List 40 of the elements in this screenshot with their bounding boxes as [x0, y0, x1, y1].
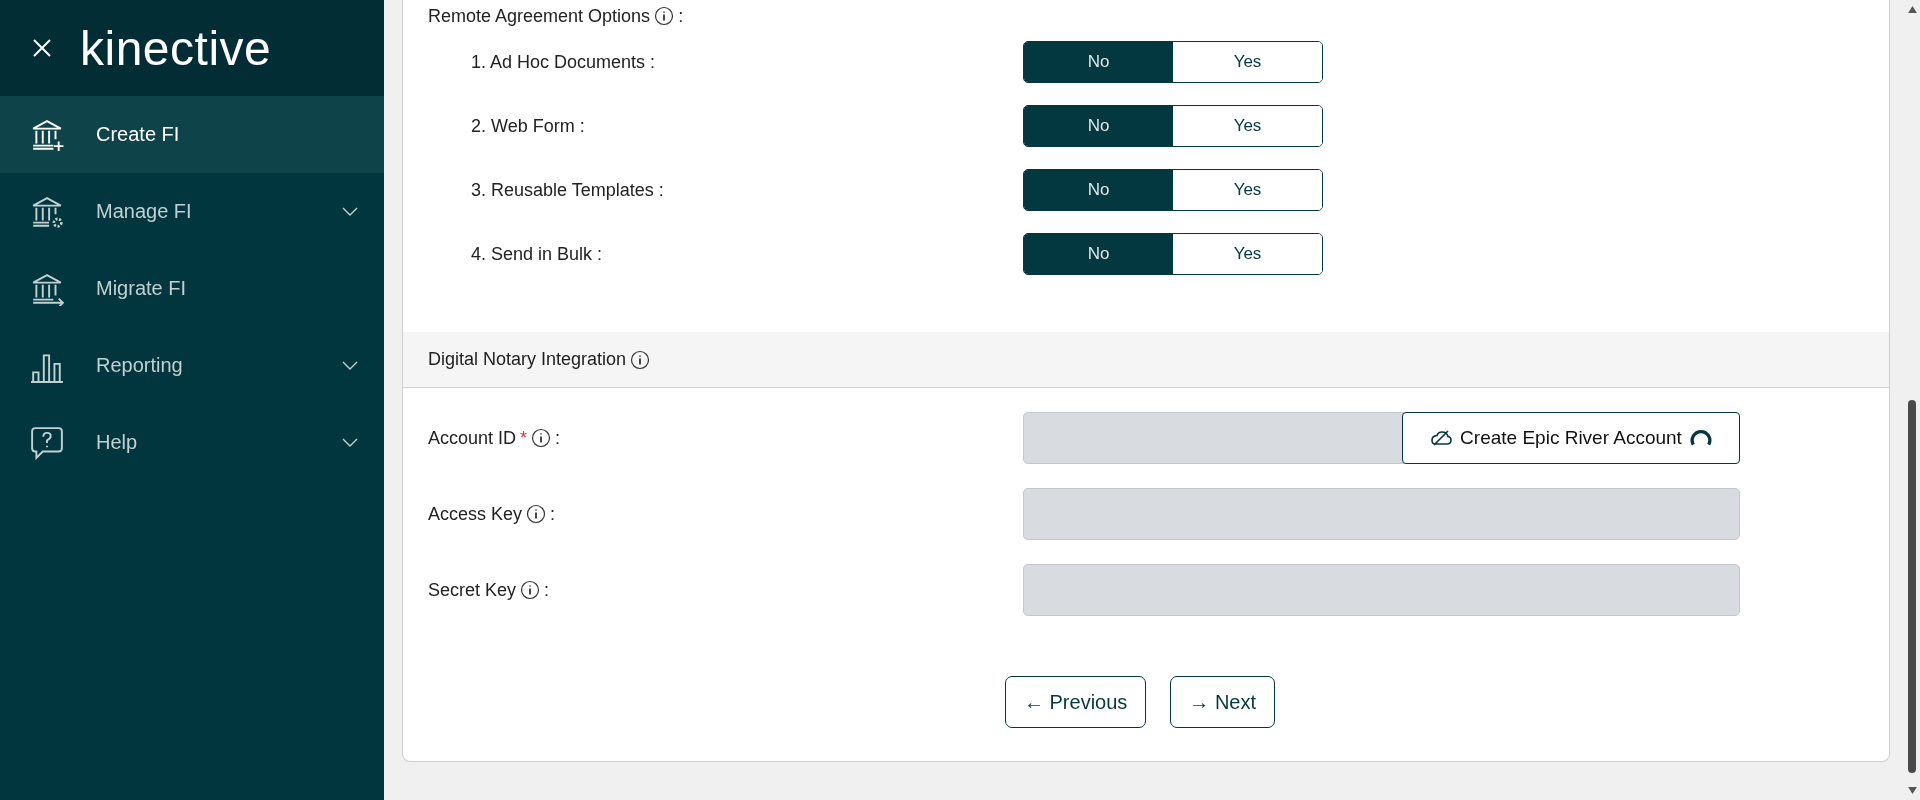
- sidebar-item[interactable]: Help: [0, 404, 384, 481]
- help-icon: [30, 425, 64, 460]
- brand-logo: kinective: [80, 20, 272, 76]
- required-mark: *: [520, 427, 528, 449]
- cloud-off-icon: [1430, 430, 1453, 446]
- bank-gear-icon: [30, 194, 64, 229]
- toggle-option[interactable]: No: [1024, 106, 1173, 146]
- section-title: Digital Notary Integration: [428, 349, 627, 370]
- toggle-option[interactable]: No: [1024, 234, 1173, 274]
- colon-label: :: [555, 427, 561, 449]
- section-title: Remote Agreement Options: [428, 5, 651, 27]
- close-icon[interactable]: [32, 38, 52, 58]
- info-icon[interactable]: [630, 349, 651, 370]
- field-label: Secret Key: [428, 579, 517, 601]
- info-icon[interactable]: [526, 504, 547, 524]
- option-label: 3. Reusable Templates :: [471, 179, 665, 201]
- field-label: Account ID: [428, 427, 517, 449]
- colon-label: :: [678, 5, 684, 27]
- sidebar-item[interactable]: Migrate FI: [0, 250, 384, 327]
- scroll-thumb[interactable]: [1908, 400, 1916, 773]
- info-icon[interactable]: [520, 580, 541, 600]
- info-icon[interactable]: [531, 428, 552, 448]
- bank-arrow-icon: [30, 271, 64, 306]
- sidebar-item[interactable]: Manage FI: [0, 173, 384, 250]
- option-label: 2. Web Form :: [471, 115, 586, 137]
- toggle-option[interactable]: No: [1024, 42, 1173, 82]
- colon-label: :: [550, 503, 556, 525]
- sidebar-item[interactable]: Reporting: [0, 327, 384, 404]
- nav-button[interactable]: ← Previous: [1004, 676, 1147, 728]
- sidebar-item[interactable]: Create FI: [0, 96, 384, 173]
- field-label: Access Key: [428, 503, 523, 525]
- scroll-down-icon[interactable]: [1907, 787, 1917, 794]
- nav-button[interactable]: → Next: [1170, 676, 1276, 728]
- colon-label: :: [544, 579, 550, 601]
- toggle-option[interactable]: No: [1024, 170, 1173, 210]
- bank-plus-icon: [30, 117, 64, 152]
- option-label: 4. Send in Bulk :: [471, 243, 604, 265]
- option-label: 1. Ad Hoc Documents :: [471, 51, 657, 73]
- scroll-up-icon[interactable]: [1907, 6, 1917, 13]
- info-icon[interactable]: [654, 6, 675, 26]
